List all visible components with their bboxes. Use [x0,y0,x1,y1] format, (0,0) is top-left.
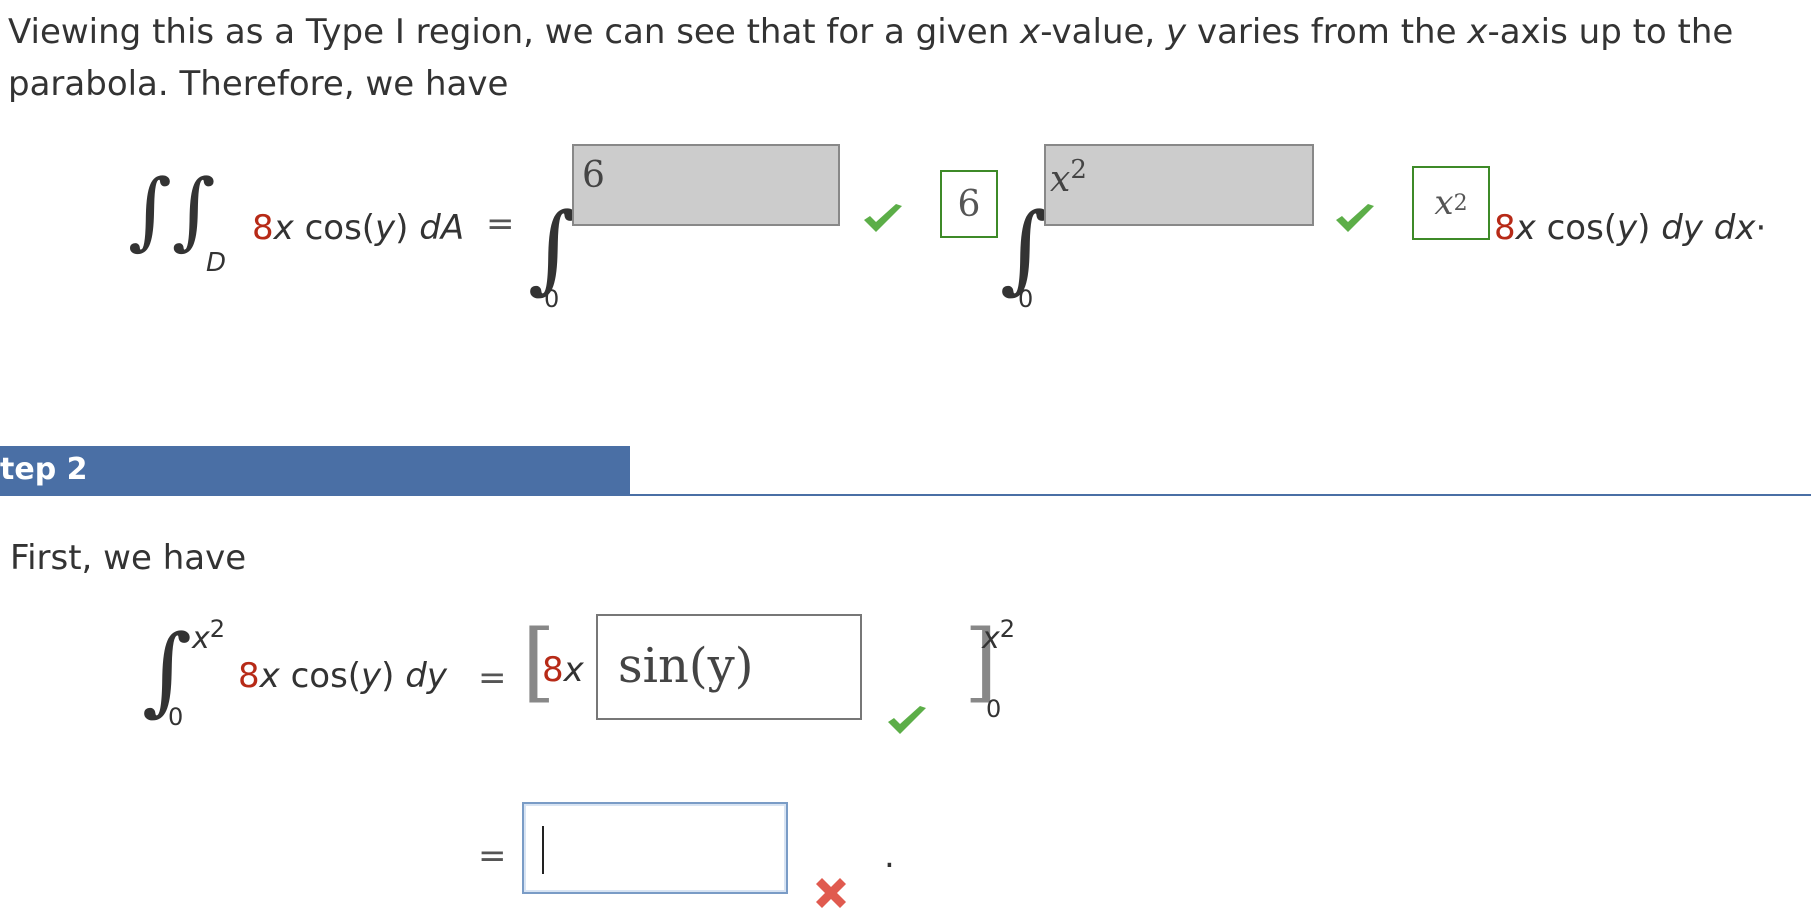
intro-text: varies from the [1186,12,1468,52]
differential-dx: dx [1713,208,1756,248]
text-cursor [542,826,544,874]
inner-upper-limit-input[interactable]: x2 [1044,144,1314,226]
step-divider [630,494,1811,496]
var-x: x [563,650,584,690]
exponent: 2 [1453,190,1468,216]
intro-line-1: Viewing this as a Type I region, we can … [8,6,1733,58]
outer-upper-limit-value: 6 [582,155,605,196]
exponent: 2 [999,615,1016,643]
dot: · [1755,208,1767,248]
outer-integral-sign: ∫ [528,192,579,304]
cos-text: cos( [279,656,362,696]
var-x: x [273,208,294,248]
outer-upper-limit-correct-answer: 6 [940,170,998,238]
integral-lower-limit: 0 [168,703,184,731]
var-x: x [259,656,280,696]
coefficient: 8 [252,208,274,248]
step-title: tep 2 [0,452,88,487]
coefficient: 8 [238,656,260,696]
integral-upper-limit: x2 [192,612,225,656]
check-icon [886,704,928,738]
differential-dy: dy [1661,208,1703,248]
inner-lower-limit: 0 [1018,285,1034,313]
integrand-rhs: 8x cos(y) dy dx· [1494,202,1766,254]
step2-integrand: 8x cos(y) dy [238,650,447,702]
x-base: x [982,621,1000,656]
x-base: x [1434,183,1454,223]
antiderivative-answer-box[interactable]: sin(y) [596,614,862,720]
intro-text: -axis up to the [1487,12,1734,52]
cos-text: cos( [293,208,376,248]
paren-close: ) [395,208,420,248]
bracket-coefficient: 8x [542,644,584,696]
inner-integral-sign: ∫ [1000,192,1051,304]
intro-text: -value, [1040,12,1167,52]
equals-sign: = [486,204,515,244]
var-y: y [1617,208,1638,248]
outer-upper-limit-input[interactable]: 6 [572,144,840,226]
exponent: 2 [209,615,226,643]
step-header: tep 2 [0,446,630,496]
coefficient: 8 [542,650,564,690]
intro-var-x: x [1020,12,1041,52]
intro-line-2: parabola. Therefore, we have [8,64,509,104]
outer-lower-limit: 0 [544,285,560,313]
eval-lower-limit: 0 [986,695,1002,723]
x-base: x [192,621,210,656]
antiderivative-value: sin(y) [618,638,754,694]
var-x: x [1515,208,1536,248]
var-y: y [375,208,396,248]
region-label: D [206,248,227,278]
integrand-lhs: 8x cos(y) dA [252,202,464,254]
coefficient: 8 [1494,208,1516,248]
paren-close: ) [1637,208,1662,248]
check-icon [1334,202,1376,236]
inner-upper-limit-correct-answer: x2 [1412,166,1490,240]
var-y: y [361,656,382,696]
cos-text: cos( [1535,208,1618,248]
intro-text: Viewing this as a Type I region, we can … [8,12,1021,52]
check-icon [862,202,904,236]
differential-dy: dy [405,656,447,696]
intro-var-y: y [1166,12,1187,52]
inner-upper-limit-value: x2 [1050,150,1087,200]
exponent: 2 [1070,155,1087,185]
double-integral-sign: ∫∫ [128,161,216,259]
x-base: x [1050,159,1071,200]
incorrect-icon [812,874,850,912]
period: . [884,836,895,876]
equals-sign: = [478,836,507,876]
step2-intro: First, we have [10,538,247,578]
intro-var-x: x [1467,12,1488,52]
eval-upper-limit: x2 [982,612,1015,656]
final-answer-input[interactable] [522,802,788,894]
differential-dA: dA [419,208,465,248]
paren-close: ) [381,656,406,696]
integral-sign: ∫ [142,614,193,726]
equals-sign: = [478,658,507,698]
